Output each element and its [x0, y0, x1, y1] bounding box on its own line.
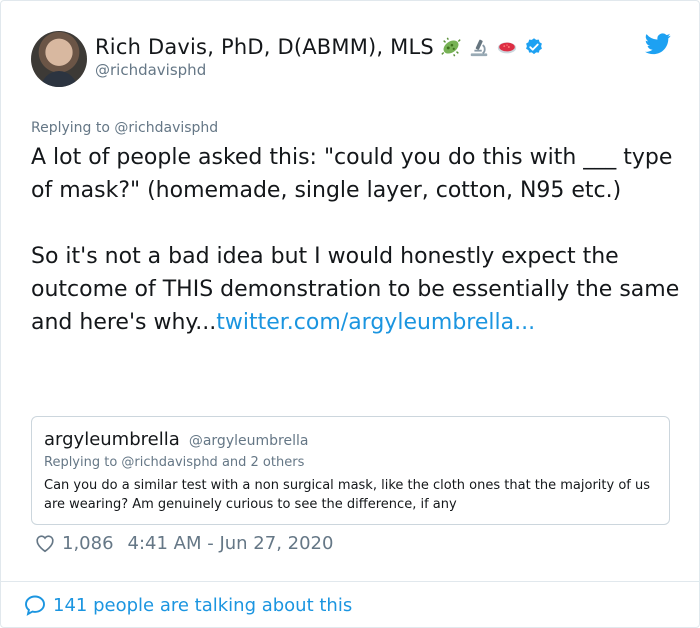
quoted-tweet-header: argyleumbrella @argyleumbrella — [44, 429, 308, 450]
speech-bubble-icon — [25, 595, 45, 616]
quoted-replying-to: Replying to @richdavisphd and 2 others — [44, 455, 305, 470]
twitter-bird-icon[interactable] — [645, 33, 671, 55]
talking-about-text[interactable]: 141 people are talking about this — [53, 595, 352, 616]
author-handle[interactable]: @richdavisphd — [95, 61, 206, 79]
like-count[interactable]: 1,086 — [62, 533, 114, 554]
replying-to: Replying to @richdavisphd — [31, 120, 218, 136]
microscope-emoji-icon — [470, 39, 488, 57]
tweet-body: A lot of people asked this: "could you d… — [31, 145, 680, 335]
tweet-meta: 1,086 4:41 AM - Jun 27, 2020 — [34, 531, 333, 555]
author-display-name[interactable]: Rich Davis, PhD, D(ABMM), MLS — [95, 35, 434, 59]
tweet-timestamp[interactable]: 4:41 AM - Jun 27, 2020 — [128, 533, 334, 554]
heart-icon[interactable] — [34, 532, 56, 554]
quoted-display-name[interactable]: argyleumbrella — [44, 429, 180, 450]
author-name-line[interactable]: Rich Davis, PhD, D(ABMM), MLS — [95, 33, 544, 61]
tweet-header: Rich Davis, PhD, D(ABMM), MLS @richdavis… — [31, 29, 671, 89]
avatar[interactable] — [31, 31, 87, 87]
tweet-text: A lot of people asked this: "could you d… — [31, 141, 681, 339]
replying-to-handle-link[interactable]: @richdavisphd — [114, 120, 218, 136]
quoted-tweet-text: Can you do a similar test with a non sur… — [44, 478, 651, 512]
tweet-link[interactable]: twitter.com/argyleumbrella... — [216, 310, 535, 335]
tweet-card: Rich Davis, PhD, D(ABMM), MLS @richdavis… — [0, 0, 700, 628]
quoted-handle[interactable]: @argyleumbrella — [189, 433, 309, 449]
verified-badge-icon — [526, 38, 542, 55]
talking-about-link[interactable]: 141 people are talking about this — [23, 593, 352, 617]
petri-dish-emoji-icon — [497, 42, 517, 54]
replying-to-prefix: Replying to — [31, 120, 115, 136]
divider — [1, 581, 700, 582]
microbe-emoji-icon — [441, 37, 461, 57]
quoted-tweet[interactable]: argyleumbrella @argyleumbrella Replying … — [31, 416, 670, 525]
